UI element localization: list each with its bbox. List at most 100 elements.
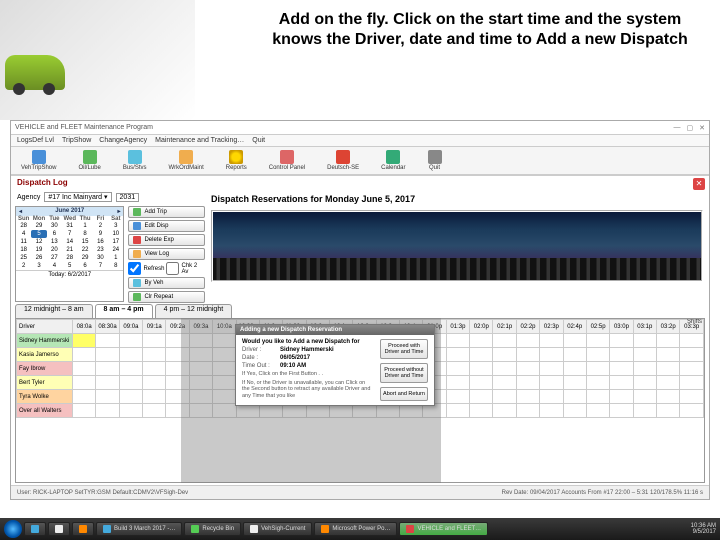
workorder-icon: [179, 150, 193, 164]
skyline-image: [211, 210, 703, 282]
headline-text: Add on the fly. Click on the start time …: [260, 10, 700, 50]
proceed-with-driver-button[interactable]: Proceed with Driver and Time: [380, 339, 428, 359]
clock[interactable]: 10:36 AM9/5/2017: [691, 523, 716, 535]
view-log-button[interactable]: View Log: [128, 248, 205, 260]
date-picker[interactable]: ◂June 2017▸ SunMonTueWedThuFriSat 282930…: [15, 206, 124, 302]
left-panel: ◂June 2017▸ SunMonTueWedThuFriSat 282930…: [15, 192, 205, 302]
plus-icon: [133, 208, 141, 216]
window-titlebar: VEHICLE and FLEET Maintenance Program — …: [11, 121, 709, 135]
menu-quit[interactable]: Quit: [252, 137, 265, 144]
maximize-button[interactable]: ▢: [687, 124, 694, 132]
grid-totals: Shifts: [687, 319, 702, 325]
quit-icon: [428, 150, 442, 164]
dispatch-window-label: Dispatch Log: [17, 178, 68, 187]
taskbar-item[interactable]: Build 3 March 2017 -…: [96, 522, 182, 536]
menubar: LogsDef Lvl TripShow ChangeAgency Mainte…: [11, 135, 709, 147]
dispatch-close-button[interactable]: ✕: [693, 178, 705, 190]
controlpanel-icon: [280, 150, 294, 164]
tab-8am-4pm[interactable]: 8 am – 4 pm: [95, 304, 153, 318]
taskbar: Build 3 March 2017 -… Recycle Bin VehSig…: [0, 518, 720, 540]
time-tabs: 12 midnight – 8 am 8 am – 4 pm 4 pm – 12…: [15, 304, 705, 318]
status-left: User: RICK-LAPTOP SetTYR:GSM Default:CDM…: [17, 490, 188, 496]
taskbar-item[interactable]: VehSigh-Current: [243, 522, 312, 536]
menu-logs[interactable]: LogsDef Lvl: [17, 137, 54, 144]
tool-label: Calendar: [381, 165, 405, 171]
vehicle-icon: [32, 150, 46, 164]
tool-label: Oil/Lube: [78, 165, 100, 171]
driver-value: Sidney Hammerski: [280, 347, 334, 353]
taskbar-icon[interactable]: [24, 522, 46, 536]
tool-label: VehTripShow: [21, 165, 56, 171]
edit-icon: [133, 222, 141, 230]
toolbar: VehTripShow Oil/Lube Bus/Stvs WrkOrdMain…: [11, 147, 709, 175]
tool-deutsch[interactable]: Deutsch-SE: [327, 150, 359, 171]
delete-icon: [133, 236, 141, 244]
tool-label: Control Panel: [269, 165, 305, 171]
chk2-checkbox[interactable]: [166, 262, 179, 275]
tool-busstvs[interactable]: Bus/Stvs: [123, 150, 147, 171]
menu-changeagency[interactable]: ChangeAgency: [99, 137, 147, 144]
tool-reports[interactable]: Reports: [226, 150, 247, 171]
tool-label: WrkOrdMaint: [169, 165, 204, 171]
status-bar: User: RICK-LAPTOP SetTYR:GSM Default:CDM…: [11, 485, 709, 499]
cal-prev[interactable]: ◂: [19, 208, 22, 215]
tool-quit[interactable]: Quit: [428, 150, 442, 171]
view-icon: [133, 250, 141, 258]
cal-next[interactable]: ▸: [117, 208, 120, 215]
driver-key: Driver :: [242, 347, 276, 353]
edit-disp-button[interactable]: Edit Disp: [128, 220, 205, 232]
tool-calendar[interactable]: Calendar: [381, 150, 405, 171]
tool-label: Bus/Stvs: [123, 165, 147, 171]
dialog-question: Would you like to Add a new Dispatch for: [242, 339, 372, 345]
car-icon: [5, 55, 65, 90]
proceed-without-driver-button[interactable]: Proceed without Driver and Time: [380, 363, 428, 383]
system-tray[interactable]: 10:36 AM9/5/2017: [679, 523, 716, 535]
banner-graphic: [0, 0, 195, 120]
time-key: Time Out :: [242, 363, 276, 369]
tool-label: Reports: [226, 165, 247, 171]
cal-today[interactable]: Today: 6/2/2017: [16, 270, 123, 279]
minimize-button[interactable]: —: [674, 124, 681, 132]
refresh-checkbox[interactable]: [128, 262, 141, 275]
taskbar-icon[interactable]: [72, 522, 94, 536]
refresh-label: Refresh: [143, 266, 164, 272]
dialog-title: Adding a new Dispatch Reservation: [236, 325, 434, 335]
oil-icon: [83, 150, 97, 164]
dialog-hint2: If No, or the Driver is unavailable, you…: [242, 380, 372, 400]
time-value: 09:10 AM: [280, 363, 306, 369]
taskbar-item[interactable]: Recycle Bin: [184, 522, 241, 536]
vehicle-icon: [133, 279, 141, 287]
tool-workorder[interactable]: WrkOrdMaint: [169, 150, 204, 171]
tool-label: Deutsch-SE: [327, 165, 359, 171]
taskbar-icon[interactable]: [48, 522, 70, 536]
tool-label: Quit: [429, 165, 440, 171]
star-icon: [229, 150, 243, 164]
tab-4pm-midnight[interactable]: 4 pm – 12 midnight: [155, 304, 233, 318]
menu-maintenance[interactable]: Maintenance and Tracking…: [155, 137, 244, 144]
by-veh-button[interactable]: By Veh: [128, 277, 205, 289]
reservation-title: Dispatch Reservations for Monday June 5,…: [211, 194, 415, 204]
bus-icon: [128, 150, 142, 164]
content-area: Dispatch Log ✕ Agency #17 Inc Mainyard ▾…: [11, 175, 709, 499]
side-buttons: Add Trip Edit Disp Delete Exp View Log R…: [128, 206, 205, 302]
repeat-icon: [133, 293, 141, 301]
dialog-hint1: If Yes, Click on the First Button . .: [242, 371, 372, 378]
date-key: Date :: [242, 355, 276, 361]
tool-vehtrip[interactable]: VehTripShow: [21, 150, 56, 171]
date-value: 06/05/2017: [280, 355, 310, 361]
close-button[interactable]: ✕: [699, 124, 705, 132]
taskbar-item[interactable]: Microsoft Power Po…: [314, 522, 397, 536]
tab-midnight-8am[interactable]: 12 midnight – 8 am: [15, 304, 93, 318]
cal-month: June 2017: [55, 208, 84, 215]
start-button[interactable]: [4, 520, 22, 538]
app-window: VEHICLE and FLEET Maintenance Program — …: [10, 120, 710, 500]
taskbar-item-active[interactable]: VEHICLE and FLEET…: [399, 522, 488, 536]
tool-controlpanel[interactable]: Control Panel: [269, 150, 305, 171]
tool-oillube[interactable]: Oil/Lube: [78, 150, 100, 171]
delete-button[interactable]: Delete Exp: [128, 234, 205, 246]
menu-tripshow[interactable]: TripShow: [62, 137, 91, 144]
abort-button[interactable]: Abort and Return: [380, 387, 428, 401]
add-trip-button[interactable]: Add Trip: [128, 206, 205, 218]
chk2-label: Chk 2 Av: [181, 263, 205, 275]
clr-repeat-button[interactable]: Clr Repeat: [128, 291, 205, 303]
